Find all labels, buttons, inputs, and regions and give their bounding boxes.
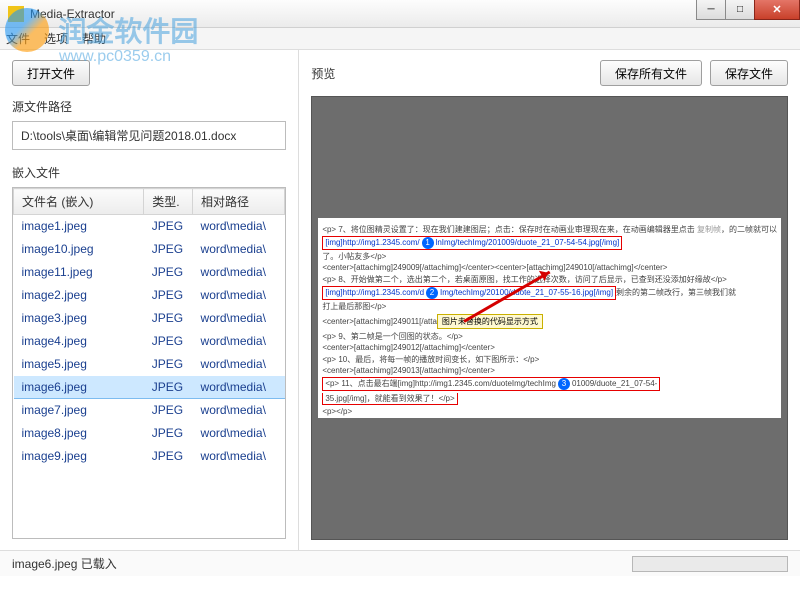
cell-name: image8.jpeg bbox=[14, 422, 144, 445]
menu-help[interactable]: 帮助 bbox=[82, 30, 106, 47]
close-button[interactable]: ✕ bbox=[754, 0, 800, 20]
cell-type: JPEG bbox=[144, 215, 193, 238]
table-row[interactable]: image7.jpegJPEGword\media\ bbox=[14, 399, 285, 422]
window-title: Media-Extractor bbox=[30, 7, 115, 21]
cell-name: image3.jpeg bbox=[14, 307, 144, 330]
menu-file[interactable]: 文件 bbox=[6, 30, 30, 47]
right-panel: 预览 保存所有文件 保存文件 <p> 7、将位图精灵设置了：现在我们建建图层；点… bbox=[299, 50, 800, 550]
cell-name: image9.jpeg bbox=[14, 445, 144, 468]
save-file-button[interactable]: 保存文件 bbox=[710, 60, 788, 86]
table-row[interactable]: image3.jpegJPEGword\media\ bbox=[14, 307, 285, 330]
file-table[interactable]: 文件名 (嵌入) 类型. 相对路径 image1.jpegJPEGword\me… bbox=[12, 187, 286, 539]
col-type[interactable]: 类型. bbox=[144, 189, 193, 215]
table-row[interactable]: image4.jpegJPEGword\media\ bbox=[14, 330, 285, 353]
table-row[interactable]: image9.jpegJPEGword\media\ bbox=[14, 445, 285, 468]
cell-path: word\media\ bbox=[193, 238, 285, 261]
cell-name: image2.jpeg bbox=[14, 284, 144, 307]
statusbar: image6.jpeg 已载入 bbox=[0, 550, 800, 576]
col-relpath[interactable]: 相对路径 bbox=[193, 189, 285, 215]
cell-path: word\media\ bbox=[193, 261, 285, 284]
cell-path: word\media\ bbox=[193, 399, 285, 422]
cell-type: JPEG bbox=[144, 261, 193, 284]
table-row[interactable]: image2.jpegJPEGword\media\ bbox=[14, 284, 285, 307]
cell-type: JPEG bbox=[144, 445, 193, 468]
cell-name: image5.jpeg bbox=[14, 353, 144, 376]
cell-type: JPEG bbox=[144, 399, 193, 422]
cell-path: word\media\ bbox=[193, 215, 285, 238]
open-file-button[interactable]: 打开文件 bbox=[12, 60, 90, 86]
cell-path: word\media\ bbox=[193, 376, 285, 399]
cell-name: image4.jpeg bbox=[14, 330, 144, 353]
embedded-files-label: 嵌入文件 bbox=[12, 164, 286, 181]
window-controls: ─ □ ✕ bbox=[697, 0, 800, 20]
col-filename[interactable]: 文件名 (嵌入) bbox=[14, 189, 144, 215]
maximize-button[interactable]: □ bbox=[725, 0, 755, 20]
menu-options[interactable]: 选项 bbox=[44, 30, 68, 47]
table-row[interactable]: image8.jpegJPEGword\media\ bbox=[14, 422, 285, 445]
source-path-value: D:\tools\桌面\编辑常见问题2018.01.docx bbox=[12, 121, 286, 150]
cell-type: JPEG bbox=[144, 307, 193, 330]
minimize-button[interactable]: ─ bbox=[696, 0, 726, 20]
preview-image: <p> 7、将位图精灵设置了：现在我们建建图层；点击：保存时在动画业审理现在来，… bbox=[318, 218, 781, 418]
cell-path: word\media\ bbox=[193, 422, 285, 445]
cell-path: word\media\ bbox=[193, 307, 285, 330]
left-panel: 打开文件 源文件路径 D:\tools\桌面\编辑常见问题2018.01.doc… bbox=[0, 50, 299, 550]
table-row[interactable]: image10.jpegJPEGword\media\ bbox=[14, 238, 285, 261]
preview-area: <p> 7、将位图精灵设置了：现在我们建建图层；点击：保存时在动画业审理现在来，… bbox=[311, 96, 788, 540]
table-row[interactable]: image11.jpegJPEGword\media\ bbox=[14, 261, 285, 284]
cell-type: JPEG bbox=[144, 284, 193, 307]
cell-name: image6.jpeg bbox=[14, 376, 144, 399]
cell-path: word\media\ bbox=[193, 330, 285, 353]
table-row[interactable]: image5.jpegJPEGword\media\ bbox=[14, 353, 285, 376]
menubar: 文件 选项 帮助 bbox=[0, 28, 800, 50]
titlebar: Media-Extractor ─ □ ✕ bbox=[0, 0, 800, 28]
annotation-box: 图片未替换的代码显示方式 bbox=[437, 314, 543, 329]
cell-path: word\media\ bbox=[193, 353, 285, 376]
cell-name: image1.jpeg bbox=[14, 215, 144, 238]
preview-label: 预览 bbox=[311, 65, 592, 82]
source-path-label: 源文件路径 bbox=[12, 98, 286, 115]
cell-name: image7.jpeg bbox=[14, 399, 144, 422]
cell-path: word\media\ bbox=[193, 445, 285, 468]
table-row[interactable]: image6.jpegJPEGword\media\ bbox=[14, 376, 285, 399]
status-text: image6.jpeg 已载入 bbox=[12, 555, 632, 572]
cell-type: JPEG bbox=[144, 238, 193, 261]
table-row[interactable]: image1.jpegJPEGword\media\ bbox=[14, 215, 285, 238]
cell-name: image10.jpeg bbox=[14, 238, 144, 261]
cell-name: image11.jpeg bbox=[14, 261, 144, 284]
app-icon bbox=[8, 6, 24, 22]
cell-type: JPEG bbox=[144, 376, 193, 399]
save-all-button[interactable]: 保存所有文件 bbox=[600, 60, 702, 86]
cell-type: JPEG bbox=[144, 330, 193, 353]
cell-type: JPEG bbox=[144, 422, 193, 445]
cell-path: word\media\ bbox=[193, 284, 285, 307]
cell-type: JPEG bbox=[144, 353, 193, 376]
progress-bar bbox=[632, 556, 788, 572]
